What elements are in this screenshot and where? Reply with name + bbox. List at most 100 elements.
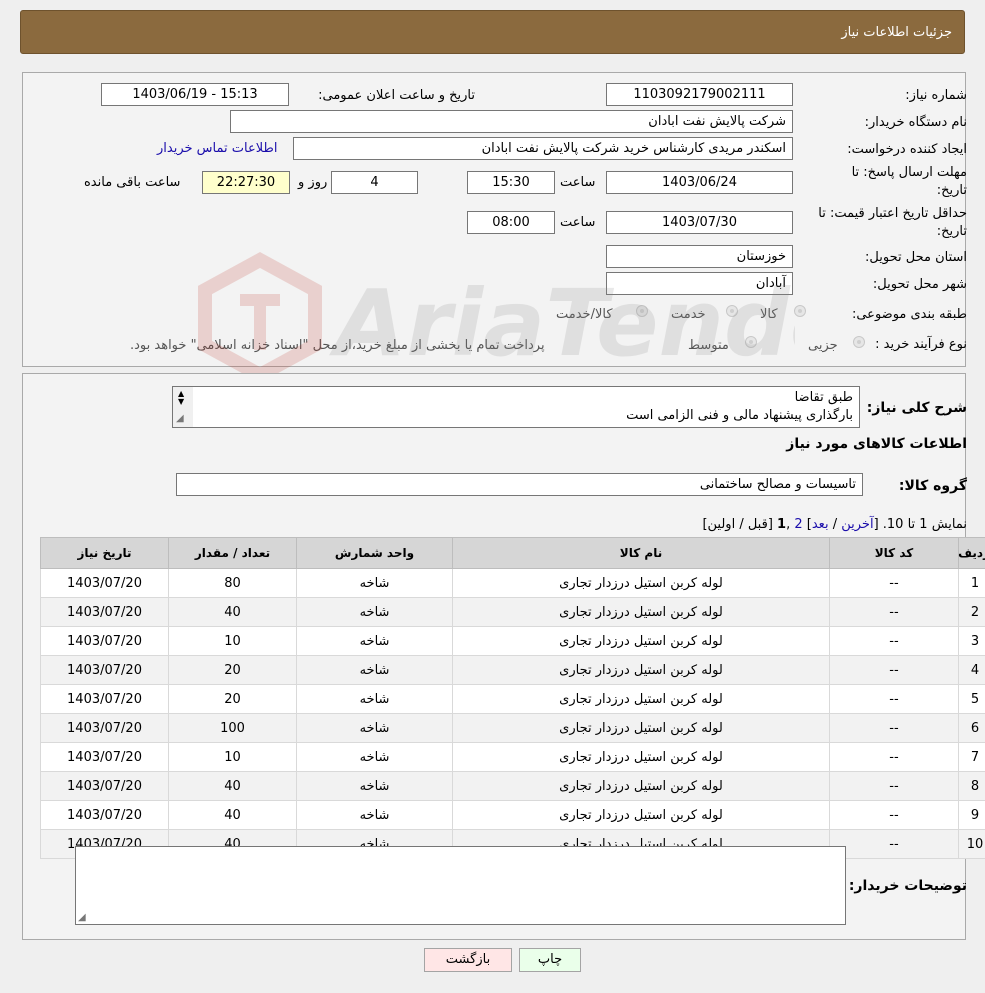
category-both-label: کالا/خدمت: [556, 307, 613, 322]
buyer-contact-link[interactable]: اطلاعات تماس خریدار: [157, 141, 277, 156]
resize-grip-icon[interactable]: ◢: [78, 912, 86, 923]
pager-next-link[interactable]: بعد: [812, 517, 829, 532]
back-button[interactable]: بازگشت: [424, 948, 512, 972]
cell-unit: شاخه: [296, 771, 453, 801]
cell-quantity: 40: [168, 771, 297, 801]
cell-unit: شاخه: [296, 800, 453, 830]
cell-row-number: 7: [958, 742, 985, 772]
col-header-row-number: ردیف: [958, 537, 985, 569]
pager-page-2-link[interactable]: 2: [794, 517, 802, 532]
table-row[interactable]: 6 -- لوله کربن استیل درزدار تجاری شاخه 100 14…: [40, 713, 985, 743]
cell-need-date: 1403/07/20: [40, 655, 169, 685]
creator-label: ایجاد کننده درخواست:: [847, 142, 967, 157]
col-header-quantity: تعداد / مقدار: [168, 537, 297, 569]
process-minor-label: جزیی: [808, 338, 838, 353]
cell-row-number: 3: [958, 626, 985, 656]
cell-row-number: 1: [958, 568, 985, 598]
goods-table: ردیف کد کالا نام کالا واحد شمارش تعداد /…: [40, 537, 985, 859]
cell-row-number: 8: [958, 771, 985, 801]
table-row[interactable]: 7 -- لوله کربن استیل درزدار تجاری شاخه 10 140…: [40, 742, 985, 772]
cell-goods-code: --: [829, 829, 959, 859]
cell-goods-name: لوله کربن استیل درزدار تجاری: [452, 684, 830, 714]
province-field: خوزستان: [606, 245, 793, 268]
table-row[interactable]: 3 -- لوله کربن استیل درزدار تجاری شاخه 10 140…: [40, 626, 985, 656]
cell-need-date: 1403/07/20: [40, 713, 169, 743]
cell-goods-name: لوله کربن استیل درزدار تجاری: [452, 655, 830, 685]
cell-need-date: 1403/07/20: [40, 597, 169, 627]
summary-label: شرح کلی نیاز:: [866, 400, 967, 416]
pager-prefix: نمایش 1 تا 10. [: [873, 517, 967, 532]
deadline-label-date: تاریخ:: [936, 183, 967, 198]
cell-goods-code: --: [829, 597, 959, 627]
summary-textarea[interactable]: طبق تقاضا بارگذاری پیشنهاد مالی و فنی ال…: [172, 386, 860, 428]
cell-unit: شاخه: [296, 568, 453, 598]
category-label: طبقه بندی موضوعی:: [851, 307, 967, 322]
city-field: آبادان: [606, 272, 793, 295]
announce-label: تاریخ و ساعت اعلان عمومی:: [318, 88, 475, 103]
cell-unit: شاخه: [296, 597, 453, 627]
cell-quantity: 80: [168, 568, 297, 598]
summary-line-2: بارگذاری پیشنهاد مالی و فنی الزامی است: [626, 408, 853, 423]
pager-last-link[interactable]: آخرین: [841, 517, 873, 532]
deadline-date-field: 1403/06/24: [606, 171, 793, 194]
announce-field: 1403/06/19 - 15:13: [101, 83, 289, 106]
cell-row-number: 6: [958, 713, 985, 743]
buyer-notes-label: توضیحات خریدار:: [848, 878, 967, 894]
process-label: نوع فرآیند خرید :: [875, 337, 967, 352]
summary-scrollbar[interactable]: ▲ ▼ ◢: [173, 387, 193, 427]
cell-goods-code: --: [829, 742, 959, 772]
remaining-label: ساعت باقی مانده: [84, 175, 181, 190]
cell-need-date: 1403/07/20: [40, 800, 169, 830]
goods-group-field: تاسیسات و مصالح ساختمانی: [176, 473, 863, 496]
col-header-unit: واحد شمارش: [296, 537, 453, 569]
print-button[interactable]: چاپ: [519, 948, 581, 972]
table-row[interactable]: 9 -- لوله کربن استیل درزدار تجاری شاخه 40 140…: [40, 800, 985, 830]
cell-need-date: 1403/07/20: [40, 742, 169, 772]
cell-quantity: 40: [168, 597, 297, 627]
category-both-radio[interactable]: [636, 305, 648, 317]
table-row[interactable]: 1 -- لوله کربن استیل درزدار تجاری شاخه 80 140…: [40, 568, 985, 598]
validity-date-field: 1403/07/30: [606, 211, 793, 234]
process-payment-note: پرداخت تمام یا بخشی از مبلغ خرید،از محل …: [130, 338, 545, 353]
table-row[interactable]: 8 -- لوله کربن استیل درزدار تجاری شاخه 40 140…: [40, 771, 985, 801]
cell-need-date: 1403/07/20: [40, 626, 169, 656]
cell-quantity: 20: [168, 655, 297, 685]
cell-unit: شاخه: [296, 626, 453, 656]
need-number-label: شماره نیاز:: [905, 88, 967, 103]
pagination: نمایش 1 تا 10. [آخرین / بعد] 2 ,1 [قبل /…: [702, 517, 967, 532]
process-medium-radio[interactable]: [745, 336, 757, 348]
col-header-goods-code: کد کالا: [829, 537, 959, 569]
table-row[interactable]: 5 -- لوله کربن استیل درزدار تجاری شاخه 20 140…: [40, 684, 985, 714]
buyer-notes-textarea[interactable]: ◢: [75, 846, 846, 925]
cell-quantity: 20: [168, 684, 297, 714]
cell-need-date: 1403/07/20: [40, 568, 169, 598]
pager-sep-2: ]: [802, 517, 812, 532]
cell-goods-code: --: [829, 713, 959, 743]
table-row[interactable]: 2 -- لوله کربن استیل درزدار تجاری شاخه 40 140…: [40, 597, 985, 627]
days-field: 4: [331, 171, 418, 194]
cell-unit: شاخه: [296, 655, 453, 685]
cell-unit: شاخه: [296, 684, 453, 714]
city-label: شهر محل تحویل:: [872, 277, 967, 292]
cell-quantity: 40: [168, 800, 297, 830]
page-header: جزئیات اطلاعات نیاز: [20, 10, 965, 54]
category-service-radio[interactable]: [726, 305, 738, 317]
category-service-label: خدمت: [671, 307, 706, 322]
cell-goods-name: لوله کربن استیل درزدار تجاری: [452, 626, 830, 656]
cell-goods-code: --: [829, 800, 959, 830]
cell-unit: شاخه: [296, 713, 453, 743]
cell-goods-code: --: [829, 626, 959, 656]
cell-quantity: 100: [168, 713, 297, 743]
buyer-org-label: نام دستگاه خریدار:: [864, 115, 967, 130]
resize-grip-icon[interactable]: ◢: [176, 413, 184, 424]
table-row[interactable]: 4 -- لوله کربن استیل درزدار تجاری شاخه 20 140…: [40, 655, 985, 685]
process-minor-radio[interactable]: [853, 336, 865, 348]
scroll-down-icon[interactable]: ▼: [178, 397, 184, 406]
cell-goods-name: لوله کربن استیل درزدار تجاری: [452, 742, 830, 772]
cell-goods-code: --: [829, 568, 959, 598]
cell-goods-name: لوله کربن استیل درزدار تجاری: [452, 568, 830, 598]
cell-row-number: 10: [958, 829, 985, 859]
pager-sep-1: /: [828, 517, 842, 532]
deadline-label: مهلت ارسال پاسخ: تا: [851, 165, 967, 180]
category-goods-radio[interactable]: [794, 305, 806, 317]
